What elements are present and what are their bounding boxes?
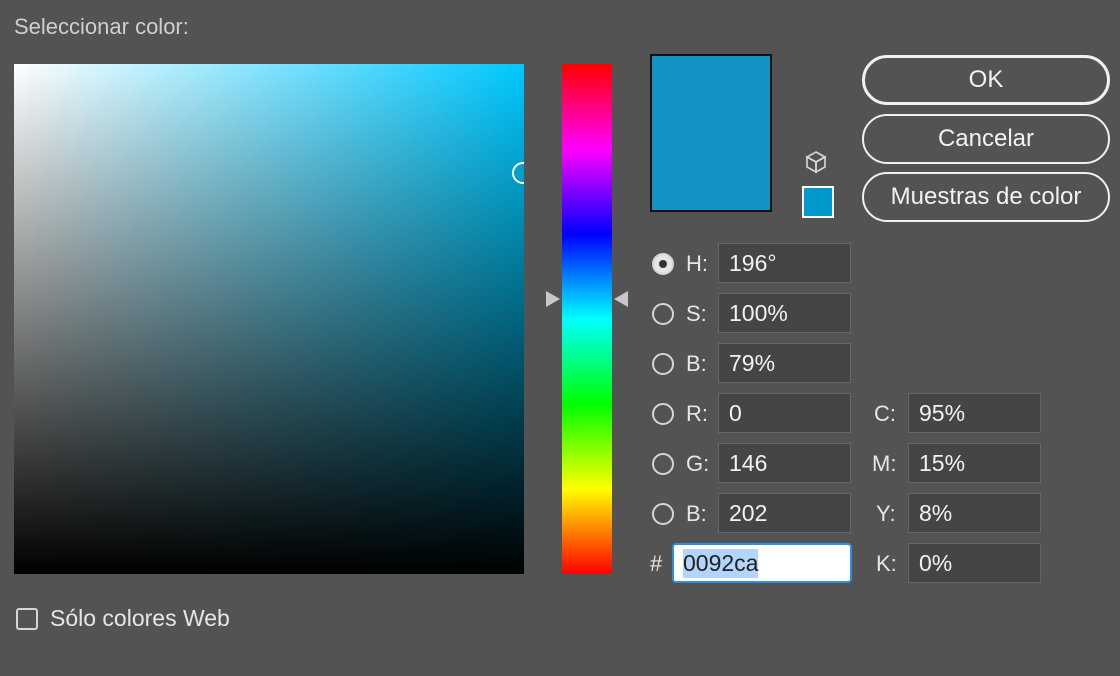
hue-row: H: [652, 244, 710, 284]
magenta-label: M: [872, 451, 897, 476]
green-field[interactable]: 146 [718, 443, 851, 483]
brightness-field[interactable]: 79% [718, 343, 851, 383]
web-colors-only-option[interactable]: Sólo colores Web [16, 605, 230, 632]
cyan-label: C: [874, 401, 896, 426]
hue-slider-left-handle-icon[interactable] [546, 291, 560, 307]
blue-row: B: [652, 494, 710, 534]
web-colors-only-label: Sólo colores Web [50, 605, 230, 631]
web-safe-color-swatch[interactable] [802, 186, 834, 218]
black-label: K: [876, 551, 897, 576]
hue-radio[interactable] [652, 253, 674, 275]
red-radio[interactable] [652, 403, 674, 425]
color-swatches-button[interactable]: Muestras de color [862, 172, 1110, 222]
green-label: G: [686, 451, 710, 476]
hue-slider-right-handle-icon[interactable] [614, 291, 628, 307]
yellow-label: Y: [876, 501, 896, 526]
hex-input[interactable]: 0092ca [672, 543, 852, 583]
hue-field[interactable]: 196° [718, 243, 851, 283]
cyan-field[interactable]: 95% [908, 393, 1041, 433]
color-preview-swatch [650, 54, 772, 212]
saturation-radio[interactable] [652, 303, 674, 325]
red-label: R: [686, 401, 708, 426]
blue-radio[interactable] [652, 503, 674, 525]
yellow-field[interactable]: 8% [908, 493, 1041, 533]
brightness-label: B: [686, 351, 707, 376]
saturation-brightness-field[interactable] [14, 64, 524, 574]
saturation-field[interactable]: 100% [718, 293, 851, 333]
hue-slider[interactable] [562, 64, 612, 574]
saturation-row: S: [652, 294, 710, 334]
web-colors-only-checkbox[interactable] [16, 607, 38, 630]
hex-row: # [650, 544, 668, 584]
hue-label: H: [686, 251, 708, 276]
hex-value: 0092ca [683, 548, 759, 578]
red-field[interactable]: 0 [718, 393, 851, 433]
black-field[interactable]: 0% [908, 543, 1041, 583]
brightness-row: B: [652, 344, 710, 384]
ok-button[interactable]: OK [862, 55, 1110, 105]
blue-field[interactable]: 202 [718, 493, 851, 533]
color-picker-cursor[interactable] [512, 162, 524, 184]
dialog-title: Seleccionar color: [14, 14, 189, 39]
cancel-button[interactable]: Cancelar [862, 114, 1110, 164]
magenta-field[interactable]: 15% [908, 443, 1041, 483]
saturation-label: S: [686, 301, 707, 326]
green-radio[interactable] [652, 453, 674, 475]
blue-label: B: [686, 501, 707, 526]
hex-label: # [650, 551, 663, 576]
cube-icon[interactable] [804, 150, 828, 174]
green-row: G: [652, 444, 710, 484]
red-row: R: [652, 394, 710, 434]
brightness-radio[interactable] [652, 353, 674, 375]
